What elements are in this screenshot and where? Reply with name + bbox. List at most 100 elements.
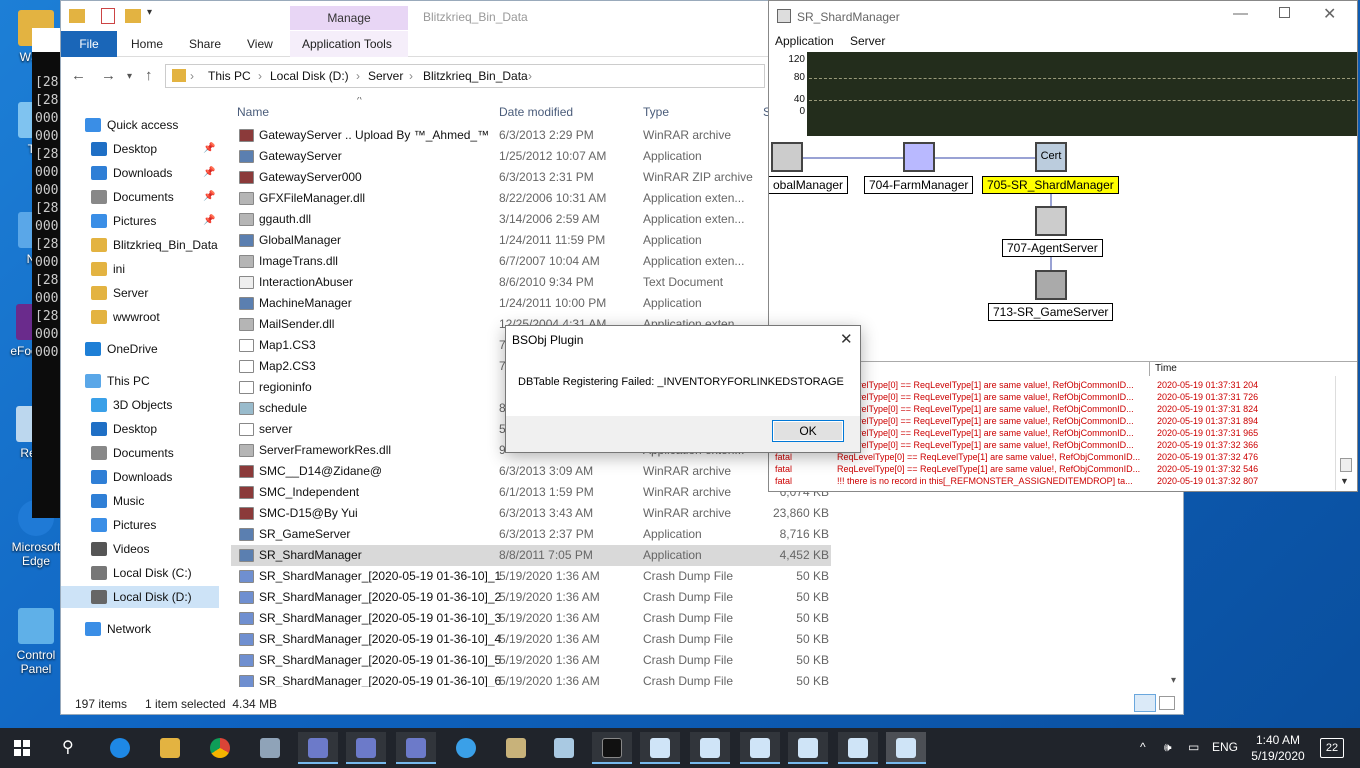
sidebar-item-wwwroot[interactable]: wwwroot <box>61 306 219 328</box>
large-icons-view-icon[interactable] <box>1159 696 1175 710</box>
clock[interactable]: 1:40 AM 5/19/2020 <box>1248 732 1308 764</box>
sidebar-item-pictures[interactable]: Pictures 📌 <box>61 210 219 232</box>
sidebar-item-local-disk-d[interactable]: Local Disk (D:) <box>61 586 219 608</box>
file-row[interactable]: SR_ShardManager 8/8/2011 7:05 PM Applicati… <box>231 545 831 566</box>
new-folder-icon[interactable] <box>125 9 141 23</box>
taskbar-tools[interactable] <box>496 732 536 764</box>
server-monitor-icon[interactable] <box>1035 206 1067 236</box>
tab-view[interactable]: View <box>235 31 285 57</box>
file-row[interactable]: SR_ShardManager_[2020-05-19 01-36-10]_1 5… <box>231 566 831 587</box>
log-header-time[interactable]: Time <box>1155 363 1177 374</box>
tab-application-tools[interactable]: Application Tools <box>290 31 408 57</box>
file-row[interactable]: SR_ShardManager_[2020-05-19 01-36-10]_2 5… <box>231 587 831 608</box>
scroll-down-icon[interactable]: ▼ <box>1340 476 1349 486</box>
breadcrumb-server[interactable]: Server <box>368 69 403 83</box>
tray-chevron-up-icon[interactable]: ^ <box>1140 740 1146 754</box>
file-row[interactable]: GlobalManager 1/24/2011 11:59 PM Applicati… <box>231 230 831 251</box>
sidebar-item-desktop[interactable]: Desktop <box>61 418 219 440</box>
close-icon[interactable]: ✕ <box>1323 4 1336 24</box>
sidebar-item-ini[interactable]: ini <box>61 258 219 280</box>
chevron-down-icon[interactable]: ▾ <box>127 71 132 82</box>
server-monitor-icon[interactable] <box>903 142 935 172</box>
file-row[interactable]: SMC__D14@Zidane@ 6/3/2013 3:09 AM WinRAR a… <box>231 461 831 482</box>
node-agent-server[interactable]: 707-AgentServer <box>1002 239 1103 257</box>
sidebar-item-network[interactable]: Network <box>61 618 219 640</box>
pin-icon[interactable]: 📌 <box>203 162 215 184</box>
file-row[interactable]: MachineManager 1/24/2011 10:00 PM Applicat… <box>231 293 831 314</box>
sidebar-item-blitzkrieq-bin-data[interactable]: Blitzkrieq_Bin_Data <box>61 234 219 256</box>
minimize-icon[interactable]: — <box>1233 5 1248 22</box>
breadcrumb-local-disk[interactable]: Local Disk (D:) <box>270 69 349 83</box>
tab-manage[interactable]: Manage <box>290 6 408 30</box>
sidebar-item-videos[interactable]: Videos <box>61 538 219 560</box>
node-global-manager[interactable]: obalManager <box>769 176 849 194</box>
file-row[interactable]: SR_ShardManager_[2020-05-19 01-36-10]_6 5… <box>231 671 831 687</box>
menu-application[interactable]: Application <box>775 34 834 48</box>
taskbar-window-1[interactable] <box>640 732 680 764</box>
taskbar-monitor[interactable] <box>250 732 290 764</box>
maximize-icon[interactable] <box>1279 7 1290 18</box>
sidebar-item-downloads[interactable]: Downloads 📌 <box>61 162 219 184</box>
menu-server[interactable]: Server <box>850 34 885 48</box>
node-game-server[interactable]: 713-SR_GameServer <box>988 303 1114 321</box>
properties-icon[interactable] <box>101 8 115 24</box>
sidebar-item-onedrive[interactable]: OneDrive <box>61 338 219 360</box>
column-header-type[interactable]: Type <box>643 105 669 119</box>
server-monitor-icon[interactable] <box>771 142 803 172</box>
taskbar-editor[interactable] <box>544 732 584 764</box>
details-view-icon[interactable] <box>1134 694 1156 712</box>
sidebar-item-downloads[interactable]: Downloads <box>61 466 219 488</box>
file-row[interactable]: SR_ShardManager_[2020-05-19 01-36-10]_5 5… <box>231 650 831 671</box>
taskbar-teamviewer[interactable] <box>100 732 140 764</box>
breadcrumb-this-pc[interactable]: This PC <box>208 69 251 83</box>
breadcrumb-bin-data[interactable]: Blitzkrieq_Bin_Data <box>423 69 528 83</box>
file-row[interactable]: SMC_Independent 6/1/2013 1:59 PM WinRAR ar… <box>231 482 831 503</box>
network-tray-icon[interactable]: ▭ <box>1188 740 1199 754</box>
close-icon[interactable]: ✕ <box>840 330 853 348</box>
file-row[interactable]: GatewayServer000 6/3/2013 2:31 PM WinRAR Z… <box>231 167 831 188</box>
scrollbar[interactable]: ▾ <box>1169 497 1183 693</box>
column-header-date[interactable]: Date modified <box>499 105 573 119</box>
address-bar[interactable]: › This PC › Local Disk (D:) › Server › B… <box>165 64 765 88</box>
sidebar-item-3d-objects[interactable]: 3D Objects <box>61 394 219 416</box>
sidebar-item-server[interactable]: Server <box>61 282 219 304</box>
sidebar-item-music[interactable]: Music <box>61 490 219 512</box>
file-row[interactable]: GatewayServer .. Upload By ™_Ahmed_™ 6/3/… <box>231 125 831 146</box>
forward-arrow-icon[interactable]: → <box>101 67 116 84</box>
sidebar-item-desktop[interactable]: Desktop 📌 <box>61 138 219 160</box>
taskbar-cmd[interactable] <box>592 732 632 764</box>
taskbar-sro-1[interactable] <box>298 732 338 764</box>
taskbar-explorer[interactable] <box>150 732 190 764</box>
speaker-icon[interactable]: 🕪 <box>1164 740 1172 755</box>
file-row[interactable]: InteractionAbuser 8/6/2010 9:34 PM Text Do… <box>231 272 831 293</box>
sidebar-item-quick-access[interactable]: Quick access <box>61 114 219 136</box>
scroll-thumb[interactable] <box>1340 458 1352 472</box>
taskbar-window-3[interactable] <box>740 732 780 764</box>
error-dialog[interactable]: BSObj Plugin ✕ DBTable Registering Faile… <box>505 325 861 453</box>
node-shard-manager[interactable]: 705-SR_ShardManager <box>982 176 1119 194</box>
ok-button[interactable]: OK <box>772 420 844 442</box>
file-row[interactable]: SR_GameServer 6/3/2013 2:37 PM Application… <box>231 524 831 545</box>
column-header-name[interactable]: Name <box>237 105 269 119</box>
tab-home[interactable]: Home <box>119 31 175 57</box>
taskbar-sro-2[interactable] <box>346 732 386 764</box>
taskbar-network-tool[interactable] <box>446 732 486 764</box>
node-farm-manager[interactable]: 704-FarmManager <box>864 176 974 194</box>
file-row[interactable]: ImageTrans.dll 6/7/2007 10:04 AM Applicati… <box>231 251 831 272</box>
server-monitor-icon[interactable] <box>1035 270 1067 300</box>
file-row[interactable]: SR_ShardManager_[2020-05-19 01-36-10]_4 5… <box>231 629 831 650</box>
start-button[interactable] <box>0 732 40 764</box>
notification-center-icon[interactable]: 22 <box>1320 738 1344 758</box>
scroll-down-icon[interactable]: ▾ <box>1171 675 1176 686</box>
tab-file[interactable]: File <box>61 31 117 57</box>
file-row[interactable]: GatewayServer 1/25/2012 10:07 AM Applicati… <box>231 146 831 167</box>
sidebar-item-this-pc[interactable]: This PC <box>61 370 219 392</box>
desktop-icon-control-panel[interactable]: Control Panel <box>4 608 68 676</box>
taskbar-chrome[interactable] <box>200 732 240 764</box>
search-button[interactable]: ⚲ <box>50 732 90 764</box>
taskbar-window-2[interactable] <box>690 732 730 764</box>
chevron-down-icon[interactable]: ▾ <box>147 7 152 18</box>
cert-server-icon[interactable]: Cert <box>1035 142 1067 172</box>
log-scrollbar[interactable]: ▼ <box>1335 376 1353 490</box>
taskbar-sro-3[interactable] <box>396 732 436 764</box>
